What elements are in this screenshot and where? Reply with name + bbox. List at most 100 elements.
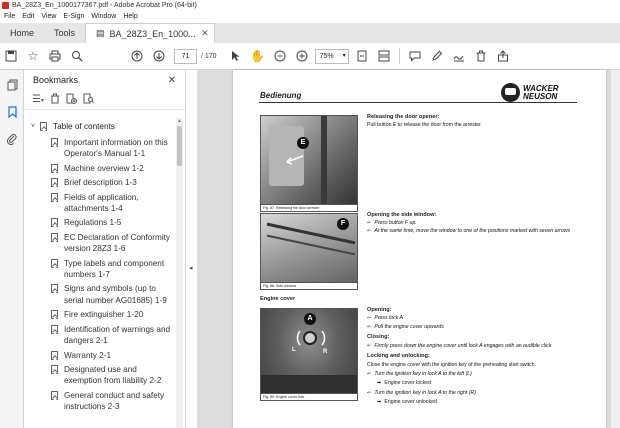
bookmark-label: Important information on this Operator's… xyxy=(64,138,168,159)
page-layout-icon[interactable] xyxy=(373,45,395,67)
pdf-page: Bedienung WACKER NEUSON E Fig. 87: Relea… xyxy=(233,70,606,428)
menu-file[interactable]: File xyxy=(4,13,15,20)
bookmark-label: General conduct and safety instructions … xyxy=(64,390,165,412)
bookmarks-scrollbar[interactable]: ▲ xyxy=(176,118,183,428)
figure-door-arrester: E Fig. 87: Releasing the door arrester xyxy=(260,115,358,212)
menu-view[interactable]: View xyxy=(41,13,56,20)
zoom-search-icon[interactable] xyxy=(66,45,88,67)
bookmark-item[interactable]: Warranty 2-1 xyxy=(24,350,176,361)
select-cursor-icon[interactable] xyxy=(225,45,247,67)
step-arrow-icon: ⇐ xyxy=(367,324,372,330)
previous-page-icon[interactable] xyxy=(126,45,148,67)
figure-caption: Fig. 88: Side window xyxy=(261,282,357,289)
closing-step-1-text: Firmly press down the engine cover until… xyxy=(374,343,552,349)
page-number-input[interactable]: 71 xyxy=(174,48,197,64)
bookmark-item[interactable]: Signs and symbols (up to serial number A… xyxy=(24,283,176,306)
menu-edit[interactable]: Edit xyxy=(22,13,34,20)
zoom-out-icon[interactable] xyxy=(269,45,291,67)
tab-document[interactable]: ▤ BA_28Z3_En_1000... ✕ xyxy=(85,23,215,43)
draw-sign-icon[interactable] xyxy=(448,45,470,67)
bookmark-item[interactable]: EC Declaration of Conformity version 28Z… xyxy=(24,232,176,255)
fit-page-icon[interactable] xyxy=(351,45,373,67)
bookmark-options-icon[interactable]: ☰▾ xyxy=(32,94,44,105)
find-bookmark-icon[interactable] xyxy=(83,93,94,107)
closing-heading: Closing: xyxy=(367,334,390,340)
bookmark-label: Machine overview 1-2 xyxy=(64,163,144,173)
menu-esign[interactable]: E-Sign xyxy=(63,13,84,20)
bookmark-label: Signs and symbols (up to serial number A… xyxy=(64,284,167,305)
locking-text: Close the engine cover with the ignition… xyxy=(367,362,536,368)
door-heading: Releasing the door opener: xyxy=(367,114,440,120)
figure-caption: Fig. 89: Engine cover lock xyxy=(261,393,357,400)
title-bar: BA_28Z3_En_1000177367.pdf - Adobe Acroba… xyxy=(0,0,620,10)
tab-document-label: BA_28Z3_En_1000... xyxy=(109,28,196,39)
wacker-neuson-logo: WACKER NEUSON xyxy=(501,83,559,102)
page-thumbnails-icon[interactable] xyxy=(0,73,24,97)
bookmark-item[interactable]: Designated use and exemption from liabil… xyxy=(24,364,176,387)
marker-a: A xyxy=(304,313,316,325)
door-text: Pull button E to release the door from t… xyxy=(367,122,483,128)
collapse-panel-icon[interactable]: ◂ xyxy=(189,264,193,272)
locking-heading: Locking and unlocking: xyxy=(367,353,430,359)
next-page-icon[interactable] xyxy=(148,45,170,67)
locking-result-1: ➡ Engine cover locked xyxy=(377,380,431,387)
bookmark-item[interactable]: Brief description 1-3 xyxy=(24,177,176,188)
bookmarks-toolbar: ☰▾ xyxy=(24,90,185,110)
menu-help[interactable]: Help xyxy=(123,13,137,20)
share-icon[interactable] xyxy=(492,45,514,67)
bookmark-label: Brief description 1-3 xyxy=(64,178,137,188)
bookmark-item[interactable]: Machine overview 1-2 xyxy=(24,163,176,174)
attachments-icon[interactable] xyxy=(0,127,24,151)
step-arrow-icon: ⇐ xyxy=(367,390,372,396)
locking-step-1: ⇐ Turn the ignition key in lock A to the … xyxy=(367,371,599,378)
hand-tool-icon[interactable]: ✋ xyxy=(247,45,269,67)
document-scrollbar[interactable] xyxy=(611,70,620,428)
bookmarks-icon[interactable] xyxy=(0,100,24,124)
highlight-pen-icon[interactable] xyxy=(426,45,448,67)
comment-icon[interactable] xyxy=(404,45,426,67)
zoom-in-icon[interactable] xyxy=(291,45,313,67)
menu-window[interactable]: Window xyxy=(91,13,116,20)
print-icon[interactable] xyxy=(44,45,66,67)
tab-home[interactable]: Home xyxy=(0,23,44,43)
delete-icon[interactable] xyxy=(470,45,492,67)
step-arrow-icon: ⇐ xyxy=(367,220,372,226)
tab-tools[interactable]: Tools xyxy=(44,23,85,43)
bookmark-label: Fire extinguisher 1-20 xyxy=(64,310,144,320)
bookmark-star-icon[interactable]: ☆ xyxy=(22,45,44,67)
zoom-dropdown[interactable]: 75% ▾ xyxy=(314,48,349,64)
bookmark-icon xyxy=(51,192,58,202)
marker-e: E xyxy=(297,137,309,149)
window-step-1-text: Press button F up. xyxy=(374,220,417,226)
delete-bookmark-icon[interactable] xyxy=(50,93,60,107)
tab-bar: Home Tools ▤ BA_28Z3_En_1000... ✕ xyxy=(0,23,620,43)
bookmark-icon xyxy=(51,324,58,334)
label-r: R xyxy=(323,349,328,355)
bookmark-item[interactable]: Regulations 1-5 xyxy=(24,217,176,228)
chevron-down-icon[interactable]: ˅ xyxy=(31,123,40,130)
bookmark-icon xyxy=(51,258,58,268)
close-panel-icon[interactable]: ✕ xyxy=(168,75,176,86)
bookmark-item[interactable]: Fire extinguisher 1-20 xyxy=(24,309,176,320)
bookmark-item[interactable]: Identification of warnings and dangers 2… xyxy=(24,324,176,347)
close-tab-icon[interactable]: ✕ xyxy=(201,28,209,39)
scroll-up-icon[interactable]: ▲ xyxy=(176,118,183,124)
locking-result-1-text: Engine cover locked xyxy=(384,380,432,386)
bookmark-item[interactable]: Fields of application, attachments 1-4 xyxy=(24,192,176,215)
bookmark-label: Warranty 2-1 xyxy=(64,350,112,360)
bookmark-root[interactable]: ˅ Table of contents xyxy=(24,118,176,134)
bookmark-item[interactable]: Type labels and component numbers 1-7 xyxy=(24,258,176,281)
new-bookmark-icon[interactable] xyxy=(66,93,77,107)
save-icon[interactable] xyxy=(0,45,22,67)
result-arrow-icon: ➡ xyxy=(377,399,382,405)
acrobat-icon xyxy=(2,1,9,9)
document-viewer: Bedienung WACKER NEUSON E Fig. 87: Relea… xyxy=(197,70,620,428)
bookmark-label: EC Declaration of Conformity version 28Z… xyxy=(64,232,171,254)
step-arrow-icon: ⇐ xyxy=(367,315,372,321)
bookmark-item[interactable]: General conduct and safety instructions … xyxy=(24,390,176,413)
bookmark-icon xyxy=(51,218,58,228)
scrollbar-thumb[interactable] xyxy=(177,126,182,166)
menu-bar: File Edit View E-Sign Window Help xyxy=(0,10,620,23)
bookmark-item[interactable]: Important information on this Operator's… xyxy=(24,137,176,160)
zoom-value: 75% xyxy=(319,52,334,60)
